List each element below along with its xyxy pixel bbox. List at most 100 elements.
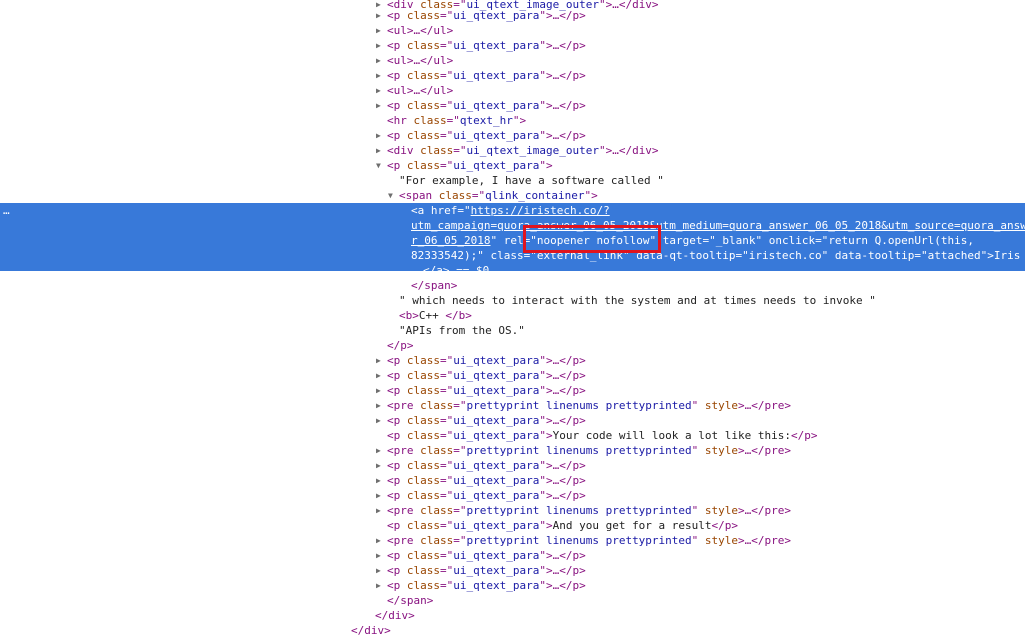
collapse-triangle-icon[interactable]: ▶ [376, 443, 381, 458]
attribute-value: ui_qtext_para [453, 459, 540, 472]
tag-token: <a [411, 204, 431, 217]
collapse-triangle-icon[interactable]: ▶ [376, 548, 381, 563]
collapse-triangle-icon[interactable]: ▶ [376, 488, 381, 503]
attribute-value: ui_qtext_para [453, 474, 540, 487]
collapse-triangle-icon[interactable]: ▶ [376, 533, 381, 548]
collapse-triangle-icon[interactable]: ▶ [376, 578, 381, 593]
tag-token: " [691, 534, 705, 547]
link-value[interactable]: utm_campaign=quora_answer_06_05_2018&utm… [411, 219, 1025, 232]
collapse-triangle-icon[interactable]: ▶ [376, 68, 381, 83]
attribute-name: style [704, 504, 739, 517]
dom-node-line[interactable]: "APIs from the OS." [399, 323, 525, 338]
dom-node-line[interactable]: ▶ <pre class="prettyprint linenums pretty… [376, 533, 791, 548]
dom-node-line[interactable]: ▶ <ul>…</ul> [376, 83, 453, 98]
dom-node-line[interactable]: "For example, I have a software called " [399, 173, 664, 188]
dom-node-line[interactable]: ▶ <ul>…</ul> [376, 53, 453, 68]
dom-node-line[interactable]: ▶ <p class="ui_qtext_para">…</p> [376, 473, 586, 488]
dom-node-line[interactable]: r_06_05_2018" rel="noopener nofollow" ta… [411, 233, 974, 248]
attribute-name: class [406, 414, 440, 427]
tag-token: <p [387, 414, 407, 427]
attribute-value: ui_qtext_para [453, 384, 540, 397]
collapse-triangle-icon[interactable]: ▶ [376, 353, 381, 368]
expand-triangle-icon[interactable]: ▼ [376, 158, 381, 173]
expand-triangle-icon[interactable]: ▼ [388, 188, 393, 203]
dom-node-line[interactable]: ▼ <p class="ui_qtext_para"> [376, 158, 553, 173]
attribute-value: ui_qtext_para [453, 369, 540, 382]
dom-node-line[interactable]: ▶ <p class="ui_qtext_para">…</p> [376, 458, 586, 473]
dom-node-line[interactable]: </p> [387, 338, 414, 353]
dom-node-line[interactable]: ▶ <div class="ui_qtext_image_outer">…</di… [376, 143, 659, 158]
tag-token: =" [440, 459, 454, 472]
dom-node-line[interactable]: ▶ <pre class="prettyprint linenums pretty… [376, 503, 791, 518]
tag-token: "> [980, 249, 994, 262]
tag-token: </a> [423, 264, 450, 277]
tag-token: ">…</p> [539, 384, 586, 397]
dom-node-line[interactable]: ▶ <p class="ui_qtext_para">…</p> [376, 578, 586, 593]
dom-node-line[interactable]: 82333542);" class="external_link" data-q… [411, 248, 1020, 263]
tag-token: <p [387, 369, 407, 382]
dom-node-line[interactable]: ▶ <p class="ui_qtext_para">…</p> [376, 563, 586, 578]
attribute-value: prettyprint linenums prettyprinted [466, 504, 692, 517]
dom-node-line[interactable]: ▶ <p class="ui_qtext_para">…</p> [376, 488, 586, 503]
link-value[interactable]: https://iristech.co/? [471, 204, 610, 217]
tag-token: ">…</div> [598, 0, 659, 11]
dom-node-line[interactable]: <a href="https://iristech.co/? [411, 203, 610, 218]
dom-node-line[interactable]: <p class="ui_qtext_para">And you get for… [387, 518, 738, 533]
tag-token: <p [387, 99, 407, 112]
collapse-triangle-icon[interactable]: ▶ [376, 563, 381, 578]
dom-node-line[interactable]: ▶ <p class="ui_qtext_para">…</p> [376, 353, 586, 368]
collapse-triangle-icon[interactable]: ▶ [376, 503, 381, 518]
tag-token: ">…</p> [539, 414, 586, 427]
dom-node-line[interactable]: " which needs to interact with the syste… [399, 293, 876, 308]
dom-tree: ▶ <div class="ui_qtext_image_outer">…</di… [0, 0, 1025, 638]
dom-node-line[interactable]: </span> [411, 278, 457, 293]
collapse-triangle-icon[interactable]: ▶ [376, 383, 381, 398]
dom-node-line[interactable]: ▶ <ul>…</ul> [376, 23, 453, 38]
dom-node-line[interactable]: </div> [375, 608, 415, 623]
attribute-value: ui_qtext_para [453, 564, 540, 577]
attribute-name: data-tooltip [834, 249, 915, 262]
attribute-name: class [406, 579, 440, 592]
dom-node-line[interactable]: <b>C++ </b> [399, 308, 472, 323]
collapse-triangle-icon[interactable]: ▶ [376, 473, 381, 488]
collapse-triangle-icon[interactable]: ▶ [376, 23, 381, 38]
dom-node-line[interactable]: ▼ <span class="qlink_container"> [388, 188, 598, 203]
dom-node-line[interactable]: ▶ <p class="ui_qtext_para">…</p> [376, 98, 586, 113]
dom-node-line[interactable]: ▶ <p class="ui_qtext_para">…</p> [376, 68, 586, 83]
collapse-triangle-icon[interactable]: ▶ [376, 413, 381, 428]
tag-token: ">…</p> [539, 564, 586, 577]
dom-node-line[interactable]: </div> [351, 623, 391, 638]
collapse-triangle-icon[interactable]: ▶ [376, 8, 381, 23]
link-value[interactable]: r_06_05_2018 [411, 234, 490, 247]
tag-token: <hr [387, 114, 414, 127]
collapse-triangle-icon[interactable]: ▶ [376, 38, 381, 53]
dom-node-line[interactable]: ▶ <pre class="prettyprint linenums pretty… [376, 443, 791, 458]
attribute-name: class [406, 159, 440, 172]
dom-node-line[interactable]: <p class="ui_qtext_para">Your code will … [387, 428, 818, 443]
collapse-triangle-icon[interactable]: ▶ [376, 98, 381, 113]
collapse-triangle-icon[interactable]: ▶ [376, 128, 381, 143]
collapse-triangle-icon[interactable]: ▶ [376, 53, 381, 68]
dom-node-line[interactable]: utm_campaign=quora_answer_06_05_2018&utm… [411, 218, 1025, 233]
collapse-triangle-icon[interactable]: ▶ [376, 83, 381, 98]
dom-node-line[interactable]: ▶ <pre class="prettyprint linenums pretty… [376, 398, 791, 413]
tag-token: ">…</p> [539, 579, 586, 592]
tag-token: =" [453, 399, 467, 412]
tag-token: =" [440, 579, 454, 592]
dom-node-line[interactable]: ▶ <p class="ui_qtext_para">…</p> [376, 413, 586, 428]
collapse-triangle-icon[interactable]: ▶ [376, 143, 381, 158]
dom-node-line[interactable]: ▶ <p class="ui_qtext_para">…</p> [376, 38, 586, 53]
dom-node-line[interactable]: ▶ <p class="ui_qtext_para">…</p> [376, 548, 586, 563]
tag-token: <p [387, 354, 407, 367]
tag-token: =" [453, 444, 467, 457]
dom-node-line[interactable]: ▶ <p class="ui_qtext_para">…</p> [376, 368, 586, 383]
collapse-triangle-icon[interactable]: ▶ [376, 458, 381, 473]
dom-node-line[interactable]: </span> [387, 593, 433, 608]
collapse-triangle-icon[interactable]: ▶ [376, 398, 381, 413]
dom-node-line[interactable]: </a> == $0 [423, 263, 489, 278]
dom-node-line[interactable]: ▶ <p class="ui_qtext_para">…</p> [376, 128, 586, 143]
collapse-triangle-icon[interactable]: ▶ [376, 368, 381, 383]
dom-node-line[interactable]: ▶ <p class="ui_qtext_para">…</p> [376, 8, 586, 23]
dom-node-line[interactable]: ▶ <p class="ui_qtext_para">…</p> [376, 383, 586, 398]
dom-node-line[interactable]: <hr class="qtext_hr"> [387, 113, 526, 128]
